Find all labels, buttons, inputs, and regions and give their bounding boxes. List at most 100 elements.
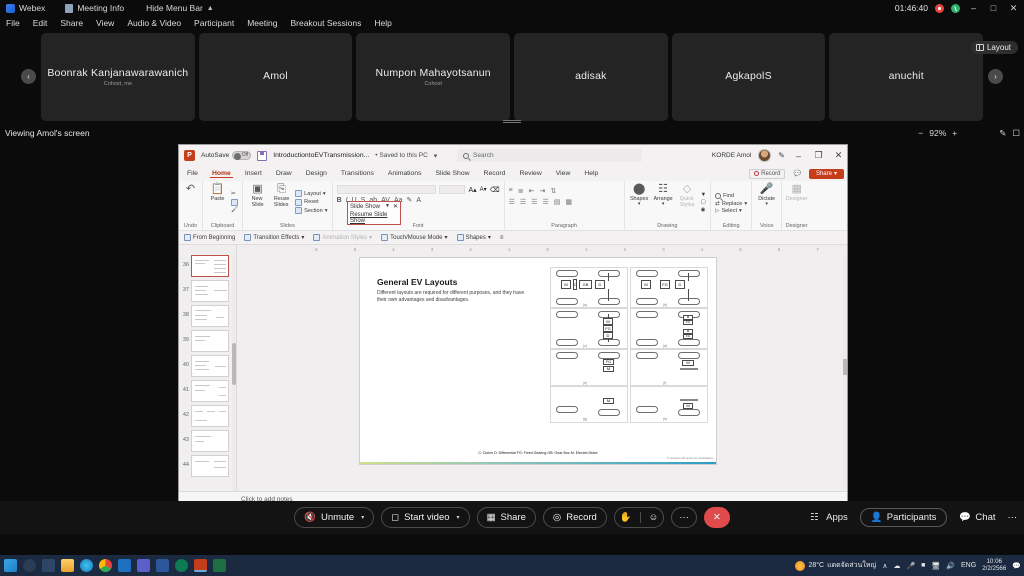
undo-button[interactable]: ↶ <box>183 183 198 196</box>
animation-styles-button[interactable]: Animation Styles ▾ <box>313 234 372 241</box>
shapes-button[interactable]: ⬤ Shapes ▾ <box>629 183 650 208</box>
participant-tile[interactable]: Boonrak Kanjanawarawanich Cohost, me <box>41 33 195 121</box>
slide-thumbnail-panel[interactable]: 36 37 38 39 40 41 42 43 44 <box>179 245 237 491</box>
tab-animations[interactable]: Animations <box>386 170 424 177</box>
participant-tile[interactable]: Amol <box>198 33 353 121</box>
task-view-icon[interactable] <box>42 559 55 572</box>
slide-subtitle[interactable]: Different layouts are required for diffe… <box>377 290 527 305</box>
thumbnail-item[interactable]: 43 <box>179 430 236 452</box>
volume-icon[interactable]: 🔊 <box>946 562 955 570</box>
touch-mouse-mode-button[interactable]: Touch/Mouse Mode ▾ <box>381 234 448 241</box>
tray-microphone-icon[interactable]: 🎤 <box>906 562 915 570</box>
arrange-button[interactable]: ☷ Arrange ▾ <box>653 183 674 208</box>
chevron-down-icon[interactable]: ▾ <box>457 514 460 521</box>
line-spacing-icon[interactable]: ⇅ <box>550 187 556 195</box>
thumbnail-item[interactable]: 39 <box>179 330 236 352</box>
tab-design[interactable]: Design <box>304 170 329 177</box>
taskbar-clock[interactable]: 10:06 2/2/2566 <box>982 558 1006 573</box>
from-beginning-button[interactable]: From Beginning <box>184 234 235 241</box>
convert-smartart-icon[interactable]: ▦ <box>565 198 572 206</box>
tab-transitions[interactable]: Transitions <box>339 170 376 177</box>
current-slide[interactable]: General EV Layouts Different layouts are… <box>359 257 717 465</box>
tab-draw[interactable]: Draw <box>274 170 294 177</box>
paste-button[interactable]: 📋 Paste <box>207 183 228 202</box>
text-highlight-color-icon[interactable]: ✎ <box>407 196 413 204</box>
find-button[interactable]: Find <box>715 193 747 199</box>
avatar[interactable] <box>758 149 772 162</box>
chevron-down-icon[interactable]: ▾ <box>361 514 364 521</box>
align-center-icon[interactable]: ☰ <box>520 198 526 206</box>
ink-pen-icon[interactable]: ✎ <box>778 151 785 160</box>
ppt-share-button[interactable]: Share ▾ <box>808 168 844 179</box>
chrome-icon[interactable] <box>99 559 112 572</box>
recording-indicator-icon[interactable] <box>935 3 944 13</box>
emoji-reaction-icon[interactable]: ☺ <box>649 512 659 523</box>
thumbnail-item[interactable]: 38 <box>179 305 236 327</box>
close-button[interactable]: ✕ <box>1007 3 1020 14</box>
thumbnail-scrollbar[interactable] <box>232 255 236 491</box>
zoom-in-button[interactable]: + <box>952 128 957 138</box>
canvas-scrollbar[interactable] <box>843 255 847 487</box>
customize-toolbar-button[interactable]: ≡ <box>500 235 504 241</box>
ppt-close-button[interactable]: ✕ <box>832 150 845 161</box>
participant-tile[interactable]: AgkapolS <box>671 33 826 121</box>
comments-icon[interactable]: 💬 <box>789 169 804 178</box>
shape-fill-button[interactable]: ▼ <box>701 192 707 198</box>
thumbnail-item[interactable]: 44 <box>179 455 236 477</box>
tab-home[interactable]: Home <box>209 170 233 178</box>
select-button[interactable]: ▷ Select ▾ <box>715 208 747 214</box>
menu-audio-video[interactable]: Audio & Video <box>127 18 181 28</box>
word-icon[interactable] <box>156 559 169 572</box>
powerpoint-taskbar-icon[interactable] <box>194 559 207 572</box>
tab-help[interactable]: Help <box>582 170 600 177</box>
decrease-font-size-icon[interactable]: A▾ <box>480 186 487 193</box>
share-resize-handle[interactable] <box>503 120 521 123</box>
bullets-icon[interactable]: ≡ <box>509 187 513 195</box>
document-name[interactable]: IntroductiontoEVTransmission... <box>273 152 369 159</box>
font-size-input[interactable] <box>439 185 466 194</box>
outlook-icon[interactable] <box>118 559 131 572</box>
bold-icon[interactable]: B <box>337 197 342 204</box>
scrollbar-thumb[interactable] <box>843 359 847 375</box>
section-button[interactable]: Section ▾ <box>295 207 328 214</box>
menu-participant[interactable]: Participant <box>194 18 234 28</box>
replace-button[interactable]: ⇄ Replace ▾ <box>715 201 747 207</box>
autosave-control[interactable]: AutoSave Off <box>201 151 252 160</box>
ppt-search-box[interactable]: Search <box>457 149 642 162</box>
participants-button[interactable]: 👤 Participants <box>859 508 948 527</box>
fullscreen-icon[interactable]: ☐ <box>1012 128 1020 139</box>
shape-effects-button[interactable]: ◉ <box>701 207 707 213</box>
ppt-restore-button[interactable]: ❐ <box>812 150 825 161</box>
new-slide-button[interactable]: ▣ New Slide <box>247 183 268 208</box>
resume-slide-show-button[interactable]: Resume Slide Show <box>350 212 398 224</box>
tab-insert[interactable]: Insert <box>243 170 264 177</box>
onedrive-icon[interactable]: ☁ <box>893 562 900 570</box>
thumbnail-item[interactable]: 40 <box>179 355 236 377</box>
slide-editing-surface[interactable]: General EV Layouts Different layouts are… <box>244 257 841 487</box>
font-name-input[interactable] <box>336 185 437 194</box>
weather-widget[interactable]: 28°C แดดจัดส่วนใหญ่ <box>795 560 876 571</box>
strip-prev-button[interactable]: ‹ <box>21 69 36 84</box>
thumbnail-item[interactable]: 36 <box>179 255 236 277</box>
numbering-icon[interactable]: ≣ <box>518 187 524 195</box>
tab-file[interactable]: File <box>185 170 200 177</box>
participant-tile[interactable]: adisak <box>514 33 668 121</box>
mute-button[interactable]: 🔇 Unmute ▾ <box>294 507 375 528</box>
minimize-button[interactable]: – <box>967 3 980 13</box>
meeting-info-button[interactable]: Meeting Info <box>65 3 124 13</box>
tab-review[interactable]: Review <box>517 170 543 177</box>
menu-breakout-sessions[interactable]: Breakout Sessions <box>290 18 361 28</box>
copy-button[interactable] <box>231 198 238 206</box>
decrease-indent-icon[interactable]: ⇤ <box>529 187 535 195</box>
annotate-icon[interactable]: ✎ <box>999 128 1006 139</box>
reuse-slides-button[interactable]: ⎘ Reuse Slides <box>271 183 292 208</box>
tray-expand-icon[interactable]: ∧ <box>882 562 887 570</box>
chevron-down-icon[interactable]: ▾ <box>434 152 438 160</box>
strip-next-button[interactable]: › <box>988 69 1003 84</box>
menu-view[interactable]: View <box>96 18 114 28</box>
file-explorer-icon[interactable] <box>61 559 74 572</box>
scrollbar-thumb[interactable] <box>232 343 236 385</box>
reset-button[interactable]: Reset <box>295 198 327 206</box>
maximize-button[interactable]: □ <box>987 3 1000 13</box>
tab-view[interactable]: View <box>554 170 573 177</box>
